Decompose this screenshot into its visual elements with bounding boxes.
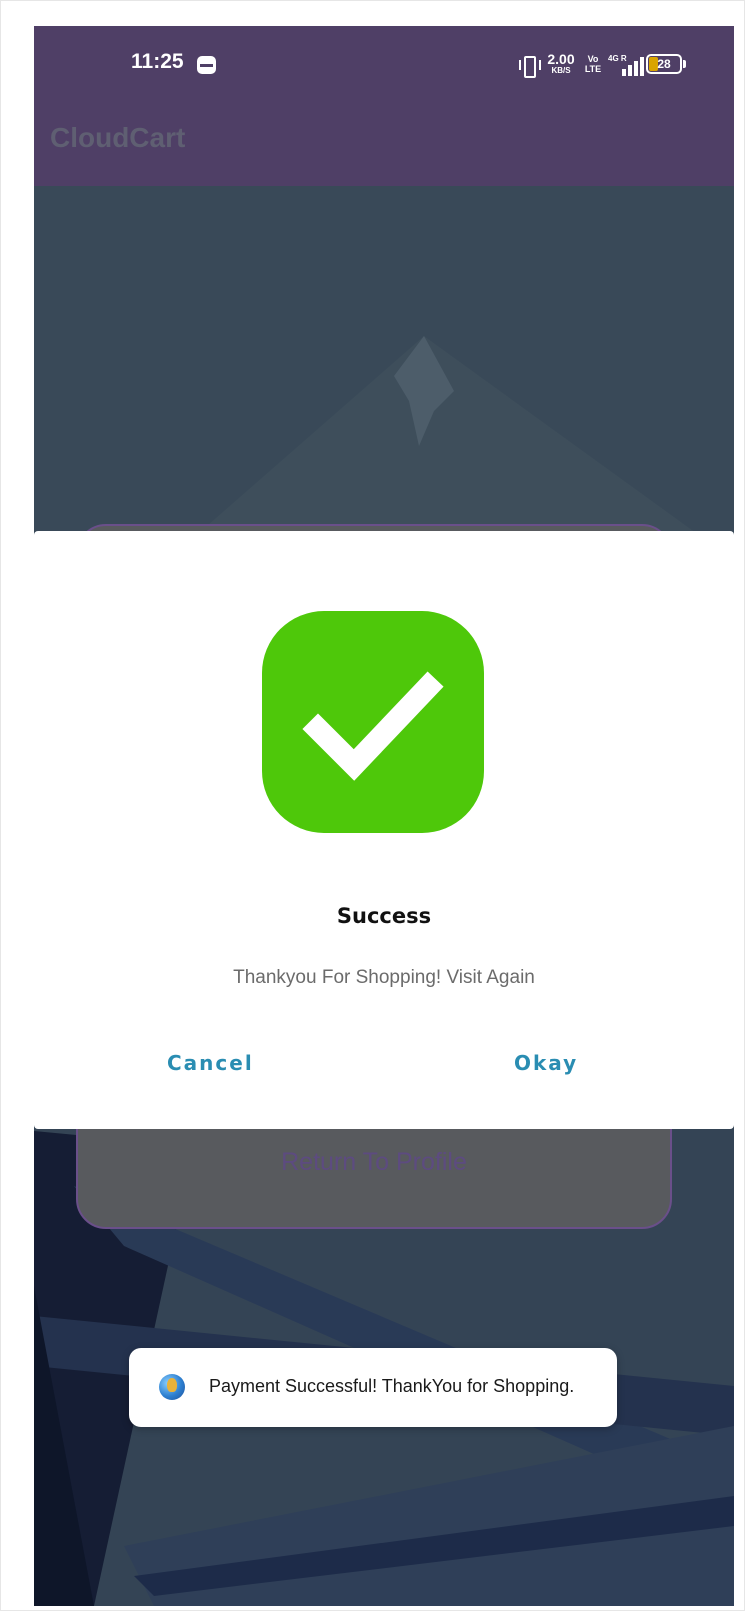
- signal-icon: 4G R: [608, 54, 644, 76]
- toast-message: Payment Successful! ThankYou for Shoppin…: [209, 1376, 575, 1396]
- network-speed-unit: KB/S: [551, 66, 571, 75]
- battery-level: 28: [657, 57, 671, 71]
- toast-notification: Payment Successful! ThankYou for Shoppin…: [129, 1348, 617, 1427]
- checkmark-glyph: [302, 671, 444, 781]
- dialog-title: Success: [336, 904, 432, 928]
- okay-button[interactable]: Okay: [514, 1051, 578, 1075]
- network-speed-value: 2.00: [547, 51, 575, 67]
- battery-icon: 28: [646, 54, 686, 74]
- app-title: CloudCart: [50, 122, 186, 153]
- dialog-message: Thankyou For Shopping! Visit Again: [233, 967, 535, 988]
- screenshot-frame: 11:25 2.00 KB/S Vo LTE 4G R 28 CloudCart: [0, 0, 745, 1611]
- signal-label: 4G R: [608, 54, 627, 63]
- checkmark-icon: [262, 611, 484, 833]
- status-bar: 11:25 2.00 KB/S Vo LTE 4G R 28: [34, 26, 734, 106]
- network-speed: 2.00 KB/S: [543, 51, 579, 75]
- status-time: 11:25: [131, 50, 184, 73]
- return-to-profile-button[interactable]: Return To Profile: [78, 1148, 670, 1177]
- phone-screen: 11:25 2.00 KB/S Vo LTE 4G R 28 CloudCart: [34, 26, 734, 1606]
- app-icon: [159, 1374, 185, 1400]
- cancel-button[interactable]: Cancel: [167, 1051, 254, 1075]
- notification-icon: [197, 56, 216, 74]
- volte-indicator: Vo LTE: [584, 54, 602, 74]
- success-dialog: Success Thankyou For Shopping! Visit Aga…: [34, 531, 734, 1129]
- vibrate-icon: [519, 56, 541, 78]
